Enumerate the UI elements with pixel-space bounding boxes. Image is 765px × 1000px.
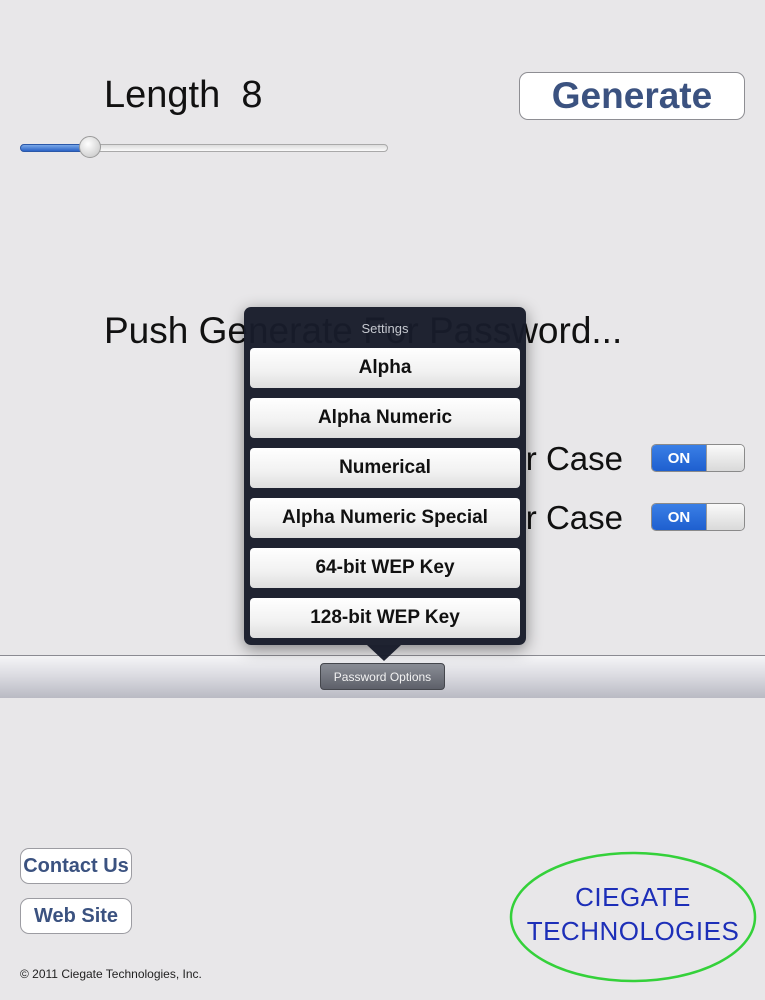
- copyright-text: © 2011 Ciegate Technologies, Inc.: [20, 967, 202, 981]
- toggle-knob[interactable]: [706, 445, 744, 471]
- option-128bit-wep[interactable]: 128-bit WEP Key: [250, 598, 520, 638]
- website-button[interactable]: Web Site: [20, 898, 132, 934]
- length-value: 8: [241, 74, 263, 116]
- length-label: Length 8: [104, 74, 263, 117]
- company-logo: CIEGATE TECHNOLOGIES: [509, 850, 757, 984]
- case-label-1-text: r Case: [525, 440, 623, 477]
- settings-popover: Settings Alpha Alpha Numeric Numerical A…: [244, 307, 526, 645]
- slider-thumb[interactable]: [79, 136, 101, 158]
- case-toggle-1[interactable]: ON: [651, 444, 745, 472]
- popover-title: Settings: [361, 321, 409, 336]
- toggle-on-label: ON: [652, 445, 706, 471]
- option-numerical[interactable]: Numerical: [250, 448, 520, 488]
- toggle-on-label: ON: [652, 504, 706, 530]
- length-caption: Length: [104, 74, 221, 116]
- option-alpha[interactable]: Alpha: [250, 348, 520, 388]
- option-alpha-numeric-special[interactable]: Alpha Numeric Special: [250, 498, 520, 538]
- option-64bit-wep[interactable]: 64-bit WEP Key: [250, 548, 520, 588]
- logo-line-2: TECHNOLOGIES: [526, 916, 740, 946]
- popover-arrow: [367, 645, 401, 661]
- contact-us-button[interactable]: Contact Us: [20, 848, 132, 884]
- password-options-button[interactable]: Password Options: [320, 663, 445, 690]
- generate-button[interactable]: Generate: [519, 72, 745, 120]
- case-label-2-text: r Case: [525, 499, 623, 536]
- toggle-knob[interactable]: [706, 504, 744, 530]
- case-toggle-2[interactable]: ON: [651, 503, 745, 531]
- option-alpha-numeric[interactable]: Alpha Numeric: [250, 398, 520, 438]
- logo-line-1: CIEGATE: [575, 882, 691, 912]
- length-slider[interactable]: [20, 136, 388, 158]
